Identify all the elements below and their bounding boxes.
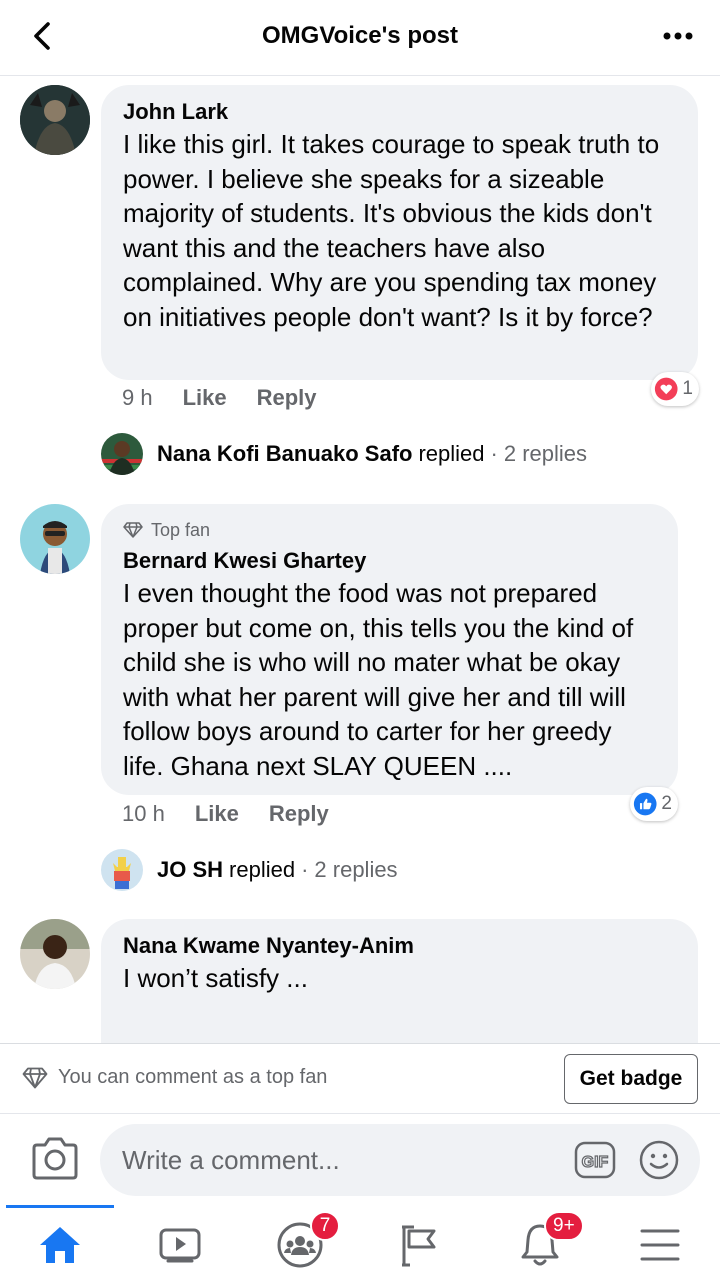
reply-author: Nana Kofi Banuako Safo — [157, 441, 413, 466]
reaction-number: 1 — [682, 378, 693, 399]
diamond-icon — [123, 522, 143, 538]
comment-time: 10 h — [122, 801, 165, 826]
gif-icon: GIF — [574, 1141, 616, 1179]
gif-button[interactable]: GIF — [574, 1141, 616, 1179]
nav-menu[interactable] — [620, 1217, 700, 1273]
more-options-button[interactable] — [660, 22, 696, 50]
reaction-count[interactable]: 1 — [651, 372, 699, 406]
get-badge-button[interactable]: Get badge — [564, 1054, 698, 1104]
flag-icon — [402, 1225, 436, 1267]
comment-author[interactable]: Nana Kwame Nyantey-Anim — [123, 933, 678, 959]
top-fan-note-text: You can comment as a top fan — [58, 1066, 328, 1088]
comment-text: I even thought the food was not prepared… — [123, 578, 634, 781]
reply-button[interactable]: Reply — [257, 385, 317, 411]
groups-badge: 7 — [310, 1211, 340, 1241]
comment-bubble[interactable]: John Lark I like this girl. It takes cou… — [101, 85, 698, 380]
nav-home[interactable] — [20, 1217, 100, 1273]
comment-input[interactable] — [122, 1144, 542, 1176]
reaction-count[interactable]: 2 — [630, 787, 678, 821]
avatar[interactable] — [20, 504, 90, 574]
comment-text: I won’t satisfy ... — [123, 963, 308, 993]
comments-feed[interactable]: John Lark I like this girl. It takes cou… — [0, 77, 720, 1043]
diamond-icon — [22, 1067, 48, 1088]
nav-watch[interactable] — [140, 1217, 220, 1273]
comment-text: I like this girl. It takes courage to sp… — [123, 129, 660, 332]
separator-dot: · — [490, 441, 498, 466]
home-icon — [40, 1227, 80, 1263]
top-fan-badge: Top fan — [123, 518, 658, 542]
page-title: OMGVoice's post — [262, 22, 458, 49]
emoji-button[interactable] — [638, 1139, 680, 1181]
replies-summary[interactable]: JO SH replied · 2 replies — [101, 849, 398, 891]
comment-bubble[interactable]: Nana Kwame Nyantey-Anim I won’t satisfy … — [101, 919, 698, 1043]
comment-actions: 10 h Like Reply — [122, 799, 359, 829]
separator-dot: · — [301, 857, 309, 882]
like-button[interactable]: Like — [183, 385, 227, 411]
top-fan-bar: You can comment as a top fan Get badge — [0, 1043, 720, 1113]
smiley-icon — [639, 1140, 679, 1180]
avatar[interactable] — [20, 85, 90, 155]
notifications-badge: 9+ — [544, 1211, 584, 1241]
heart-reaction-icon — [654, 377, 678, 401]
like-reaction-icon — [633, 792, 657, 816]
reply-action: replied — [418, 441, 485, 466]
top-fan-note: You can comment as a top fan — [22, 1066, 327, 1089]
nav-pages[interactable] — [380, 1217, 460, 1273]
bottom-nav: 7 9+ — [0, 1205, 720, 1280]
comment-time: 9 h — [122, 385, 153, 410]
reply-count: 2 replies — [314, 857, 398, 882]
reply-avatar — [101, 433, 143, 475]
svg-text:GIF: GIF — [582, 1154, 609, 1171]
reply-author: JO SH — [157, 857, 224, 882]
more-dots-icon — [663, 32, 693, 40]
comment-composer: GIF — [0, 1113, 720, 1205]
top-fan-label: Top fan — [151, 519, 211, 540]
camera-button[interactable] — [30, 1136, 80, 1182]
header-bar: OMGVoice's post — [0, 0, 720, 76]
active-tab-indicator — [6, 1205, 114, 1208]
reply-button[interactable]: Reply — [269, 801, 329, 827]
reaction-number: 2 — [661, 793, 672, 814]
video-icon — [159, 1228, 201, 1263]
comment-author[interactable]: Bernard Kwesi Ghartey — [123, 548, 658, 574]
like-button[interactable]: Like — [195, 801, 239, 827]
camera-icon — [32, 1137, 78, 1180]
reply-avatar — [101, 849, 143, 891]
comment-bubble[interactable]: Top fan Bernard Kwesi Ghartey I even tho… — [101, 504, 678, 795]
menu-icon — [640, 1229, 680, 1261]
comment-author[interactable]: John Lark — [123, 99, 678, 125]
replies-summary[interactable]: Nana Kofi Banuako Safo replied · 2 repli… — [101, 433, 587, 475]
avatar[interactable] — [20, 919, 90, 989]
comment-box: GIF — [100, 1124, 700, 1196]
reply-action: replied — [229, 857, 296, 882]
reply-count: 2 replies — [503, 441, 588, 466]
comment-actions: 9 h Like Reply — [122, 383, 347, 413]
